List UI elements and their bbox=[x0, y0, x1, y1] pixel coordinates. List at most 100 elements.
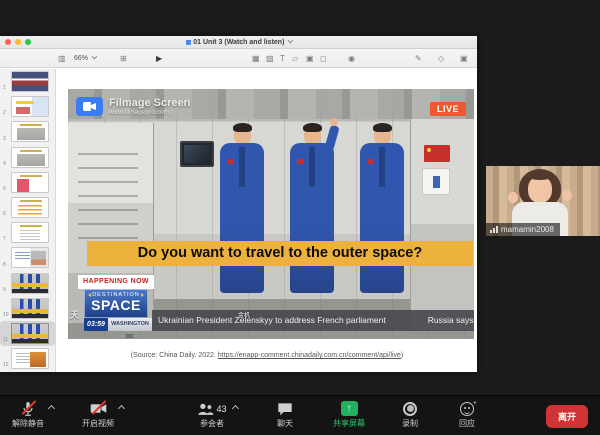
share-screen-button[interactable]: ↑ 共享屏幕 bbox=[321, 399, 377, 429]
meeting-toolbar: 解除静音 开启视频 43 bbox=[0, 395, 600, 435]
thumbnail-image bbox=[11, 121, 49, 142]
record-button[interactable]: 录制 bbox=[382, 399, 438, 429]
start-video-button[interactable]: 开启视频 bbox=[70, 399, 126, 429]
slide-thumb-7[interactable]: 7 bbox=[0, 220, 55, 245]
shape-insert-icon[interactable]: ▱ bbox=[292, 52, 298, 65]
wall-sign bbox=[422, 168, 450, 195]
reactions-smiley-icon: + bbox=[460, 402, 474, 416]
text-insert-icon[interactable]: T bbox=[280, 52, 285, 65]
filmage-watermark: Filmage Screen www.filmagepro.com bbox=[76, 97, 190, 116]
participants-count: 43 bbox=[216, 404, 226, 414]
time-location-row: 03:59 WASHINGTON DC bbox=[84, 318, 152, 331]
chart-insert-icon[interactable]: ▧ bbox=[266, 52, 274, 65]
slide-thumb-11-selected[interactable]: 11 bbox=[0, 321, 55, 346]
slide-thumb-5[interactable]: 5 bbox=[0, 170, 55, 195]
astronaut-middle-waving bbox=[286, 125, 338, 293]
participant-video-tile: mamamin2008 bbox=[486, 166, 600, 236]
thumbnail-image bbox=[11, 273, 49, 294]
thumbnail-image bbox=[11, 247, 49, 268]
live-badge: LIVE bbox=[430, 102, 466, 116]
view-sidebar-icon[interactable]: ▥ bbox=[58, 52, 66, 65]
raised-arm bbox=[321, 124, 340, 161]
destination-space-bug: DESTINATION SPACE bbox=[84, 289, 148, 318]
participant-name-label: mamamin2008 bbox=[486, 223, 560, 236]
left-arrow-icon bbox=[88, 293, 91, 297]
thumbnail-image bbox=[11, 96, 49, 117]
question-banner: Do you want to travel to the outer space… bbox=[87, 241, 473, 266]
video-options-chevron[interactable] bbox=[118, 405, 125, 412]
news-ticker: Ukrainian President Zelenskyy to address… bbox=[152, 310, 474, 331]
participant-face bbox=[528, 176, 552, 203]
thumbnail-image bbox=[11, 172, 49, 193]
add-slide-icon[interactable]: ⊞ bbox=[120, 52, 127, 65]
thumbnail-image bbox=[11, 348, 49, 369]
people-icon bbox=[197, 402, 214, 416]
participant-hand-left bbox=[508, 192, 518, 203]
astronaut-left bbox=[216, 125, 268, 293]
record-icon bbox=[403, 402, 417, 416]
unmute-button[interactable]: 解除静音 bbox=[0, 399, 56, 429]
source-link[interactable]: https://enapp-comment.chinadaily.com.cn/… bbox=[218, 352, 401, 359]
share-screen-icon: ↑ bbox=[341, 401, 358, 416]
comment-icon[interactable]: ◻ bbox=[320, 52, 327, 65]
thumbnail-image bbox=[11, 222, 49, 243]
table-insert-icon[interactable]: ▦ bbox=[252, 52, 260, 65]
keynote-doc-icon: ▦ bbox=[186, 40, 192, 46]
window-titlebar: ▦01 Unit 3 (Watch and listen) bbox=[0, 36, 477, 49]
reactions-button[interactable]: + 回应 bbox=[439, 399, 495, 429]
time-label: 03:59 bbox=[84, 318, 108, 331]
play-presentation-icon[interactable]: ▶ bbox=[156, 52, 162, 65]
waving-hand bbox=[330, 118, 338, 126]
thumbnail-image bbox=[11, 298, 49, 319]
slide-thumb-8[interactable]: 8 bbox=[0, 245, 55, 270]
thumbnail-image bbox=[11, 323, 49, 344]
document-icon[interactable]: ▣ bbox=[460, 52, 468, 65]
zoom-meeting-screen: ▦01 Unit 3 (Watch and listen) ▥ 66% ⊞ ▶ … bbox=[0, 0, 600, 435]
flag-patch bbox=[367, 159, 374, 164]
media-insert-icon[interactable]: ▣ bbox=[306, 52, 314, 65]
location-label: WASHINGTON DC bbox=[108, 318, 152, 331]
thumbnail-image bbox=[11, 71, 49, 92]
thumbnail-image bbox=[11, 147, 49, 168]
slide-thumb-6[interactable]: 6 bbox=[0, 195, 55, 220]
audio-options-chevron[interactable] bbox=[48, 405, 55, 412]
flag-patch bbox=[227, 159, 234, 164]
participants-button[interactable]: 43 参会者 bbox=[184, 399, 240, 429]
shared-keynote-window: ▦01 Unit 3 (Watch and listen) ▥ 66% ⊞ ▶ … bbox=[0, 36, 477, 372]
slide-thumb-4[interactable]: 4 bbox=[0, 145, 55, 170]
slide-thumb-9[interactable]: 9 bbox=[0, 271, 55, 296]
source-citation: (Source: China Daily. 2022. https://enap… bbox=[57, 352, 477, 359]
slide-thumb-12[interactable]: 12 bbox=[0, 346, 55, 371]
china-flag bbox=[424, 145, 450, 162]
window-title: ▦01 Unit 3 (Watch and listen) bbox=[0, 36, 477, 49]
thumbnail-image bbox=[11, 197, 49, 218]
slide-thumb-1[interactable]: 1 bbox=[0, 69, 55, 94]
slide-canvas: Filmage Screen www.filmagepro.com LIVE D… bbox=[57, 69, 477, 372]
news-video-frame: Filmage Screen www.filmagepro.com LIVE D… bbox=[68, 89, 474, 339]
happening-now-label: HAPPENING NOW bbox=[78, 275, 154, 289]
animate-icon[interactable]: ◇ bbox=[438, 52, 444, 65]
collaborate-icon[interactable]: ◉ bbox=[348, 52, 355, 65]
slide-thumbnail-sidebar: 1 2 3 4 5 6 7 8 9 10 11 12 bbox=[0, 69, 56, 372]
chat-bubble-icon bbox=[277, 402, 293, 416]
participants-options-chevron[interactable] bbox=[232, 405, 239, 412]
keynote-toolbar: ▥ 66% ⊞ ▶ ▦ ▧ T ▱ ▣ ◻ ◉ ✎ ◇ ▣ bbox=[0, 49, 477, 68]
station-monitor bbox=[180, 141, 214, 167]
slide-thumb-3[interactable]: 3 bbox=[0, 119, 55, 144]
network-signal-icon bbox=[490, 226, 498, 233]
format-icon[interactable]: ✎ bbox=[415, 52, 422, 65]
leave-meeting-button[interactable]: 离开 bbox=[546, 405, 588, 428]
participant-bangs bbox=[526, 171, 554, 180]
chat-button[interactable]: 聊天 bbox=[257, 399, 313, 429]
right-arrow-icon bbox=[141, 293, 144, 297]
slide-thumb-2[interactable]: 2 bbox=[0, 94, 55, 119]
title-dropdown-icon[interactable] bbox=[288, 38, 294, 44]
slide-thumb-10[interactable]: 10 bbox=[0, 296, 55, 321]
filmage-logo-icon bbox=[76, 97, 103, 116]
zoom-level-dropdown[interactable]: 66% bbox=[74, 52, 95, 65]
flag-patch bbox=[297, 159, 304, 164]
chinese-char-overlay: 天 bbox=[70, 308, 79, 321]
astronaut-right bbox=[356, 125, 408, 293]
participant-hand-right bbox=[562, 190, 572, 201]
chinese-caption-overlay: 金机 bbox=[238, 310, 250, 319]
